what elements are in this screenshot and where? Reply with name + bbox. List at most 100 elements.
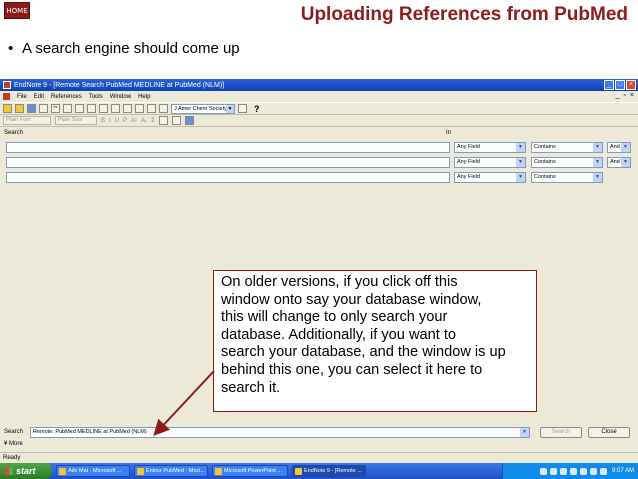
insert-citation-icon[interactable] (111, 104, 120, 113)
print-icon[interactable] (39, 104, 48, 113)
taskbar-item-label: Microsoft PowerPoint ... (224, 468, 283, 474)
taskbar-item-mozilla[interactable]: Entrez PubMed - Mozi... (134, 465, 208, 477)
search-source-bar: Search Remote: PubMed MEDLINE at PubMed … (0, 426, 638, 440)
cut-icon[interactable]: ✂ (51, 104, 60, 113)
size-select[interactable]: Plain Size (55, 116, 97, 125)
minimize-icon[interactable]: _ (604, 80, 614, 90)
more-label: More (9, 441, 23, 447)
antivirus-icon[interactable] (559, 467, 567, 475)
arrow-icon[interactable] (184, 116, 194, 125)
update-icon[interactable] (579, 467, 587, 475)
field-select[interactable]: Any Field ▼ (454, 172, 526, 183)
search-term-input[interactable] (6, 157, 450, 168)
annotation-callout: On older versions, if you click off this… (213, 270, 537, 412)
menu-references[interactable]: References (51, 94, 82, 100)
windows-logo-icon (5, 467, 13, 475)
browser-icon (137, 468, 144, 475)
close-icon[interactable]: × (626, 80, 636, 90)
format-bibliography-icon[interactable] (123, 104, 132, 113)
copy-icon[interactable] (63, 104, 72, 113)
search-term-input[interactable] (6, 142, 450, 153)
search-term-input[interactable] (6, 172, 450, 183)
boolean-select[interactable]: And ▼ (607, 157, 631, 168)
style-manager-icon[interactable] (238, 104, 247, 113)
field-select[interactable]: Any Field ▼ (454, 157, 526, 168)
output-style-value: J Amer Chem Society (174, 105, 227, 112)
help-icon[interactable]: ? (254, 104, 260, 114)
start-button[interactable]: start (0, 463, 52, 479)
save-icon[interactable] (27, 104, 36, 113)
operator-select[interactable]: Contains ▼ (531, 157, 603, 168)
italic-button[interactable]: I (109, 118, 111, 124)
font-select[interactable]: Plain Font (3, 116, 51, 125)
find-icon[interactable] (87, 104, 96, 113)
chevron-down-icon[interactable]: ▼ (520, 428, 529, 437)
subscript-button[interactable]: A₁ (141, 118, 147, 124)
volume-icon[interactable] (549, 467, 557, 475)
chevron-down-icon[interactable]: ▼ (593, 158, 602, 167)
taskbar: start Adv Mat - Microsoft ... Entrez Pub… (0, 463, 638, 479)
web-link-icon[interactable] (159, 104, 168, 113)
format-toolbar: Plain Font Plain Size B I U P A¹ A₁ Σ (0, 115, 638, 127)
home-button[interactable]: HOME (4, 2, 30, 19)
field-select[interactable]: Any Field ▼ (454, 142, 526, 153)
printer-icon[interactable] (589, 467, 597, 475)
underline-button[interactable]: U (115, 118, 119, 124)
chevron-down-icon[interactable]: ▼ (516, 143, 525, 152)
menu-window[interactable]: Window (110, 94, 131, 100)
superscript-button[interactable]: A¹ (131, 118, 137, 124)
boolean-select[interactable]: And ▼ (607, 142, 631, 153)
clock[interactable]: 9:07 AM (612, 468, 634, 474)
search-source-select[interactable]: Remote: PubMed MEDLINE at PubMed (NLM) ▼ (30, 427, 530, 438)
chevron-down-icon[interactable]: ▼ (593, 143, 602, 152)
close-button[interactable]: Close (588, 427, 630, 438)
taskbar-item-endnote[interactable]: EndNote 9 - [Remote ... (292, 465, 366, 477)
symbol-button[interactable]: Σ (151, 118, 155, 124)
field-select-value: Any Field (457, 144, 480, 150)
search-row: Any Field ▼ Contains ▼ And ▼ (0, 142, 638, 154)
doc-minimize-icon[interactable]: _ (616, 92, 620, 99)
sort-icon[interactable] (99, 104, 108, 113)
main-toolbar: ✂ J Amer Chem Society ▼ ? (0, 102, 638, 115)
menu-file[interactable]: File (17, 94, 27, 100)
display-icon[interactable] (599, 467, 607, 475)
word-icon (59, 468, 66, 475)
menu-help[interactable]: Help (138, 94, 150, 100)
spell-check-icon[interactable] (158, 116, 168, 125)
window-controls: _ □ × (604, 80, 636, 90)
go-to-word-icon[interactable] (135, 104, 144, 113)
maximize-icon[interactable]: □ (615, 80, 625, 90)
operator-select[interactable]: Contains ▼ (531, 172, 603, 183)
bold-button[interactable]: B (101, 118, 105, 124)
menu-edit[interactable]: Edit (34, 94, 44, 100)
doc-close-icon[interactable]: × (630, 92, 634, 99)
list-icon[interactable] (171, 116, 181, 125)
paste-icon[interactable] (75, 104, 84, 113)
taskbar-item-word[interactable]: Adv Mat - Microsoft ... (56, 465, 130, 477)
endnote-icon (295, 468, 302, 475)
open-library-icon[interactable] (15, 104, 24, 113)
field-select-value: Any Field (457, 159, 480, 165)
chevron-down-icon[interactable]: ▼ (621, 158, 630, 167)
plain-button[interactable]: P (123, 118, 127, 124)
search-button[interactable]: Search (540, 427, 582, 438)
chevron-down-icon[interactable]: ▼ (516, 173, 525, 182)
network-icon[interactable] (539, 467, 547, 475)
taskbar-item-powerpoint[interactable]: Microsoft PowerPoint ... (212, 465, 288, 477)
chevron-down-icon[interactable]: ▼ (621, 143, 630, 152)
more-options-toggle[interactable]: ¥ More (4, 441, 23, 447)
chevron-down-icon[interactable]: ▼ (593, 173, 602, 182)
new-library-icon[interactable] (3, 104, 12, 113)
output-style-select[interactable]: J Amer Chem Society ▼ (171, 103, 235, 114)
taskbar-item-label: Entrez PubMed - Mozi... (146, 468, 205, 474)
doc-restore-icon[interactable]: ▫ (623, 92, 625, 99)
operator-select[interactable]: Contains ▼ (531, 142, 603, 153)
menu-tools[interactable]: Tools (89, 94, 103, 100)
chevron-down-icon[interactable]: ▼ (516, 158, 525, 167)
chevron-down-icon[interactable]: ▼ (226, 104, 234, 113)
messenger-icon[interactable] (569, 467, 577, 475)
document-icon[interactable] (3, 93, 10, 100)
system-tray: 9:07 AM (502, 463, 638, 479)
online-search-icon[interactable] (147, 104, 156, 113)
window-titlebar[interactable]: EndNote 9 - [Remote Search PubMed MEDLIN… (0, 79, 638, 91)
